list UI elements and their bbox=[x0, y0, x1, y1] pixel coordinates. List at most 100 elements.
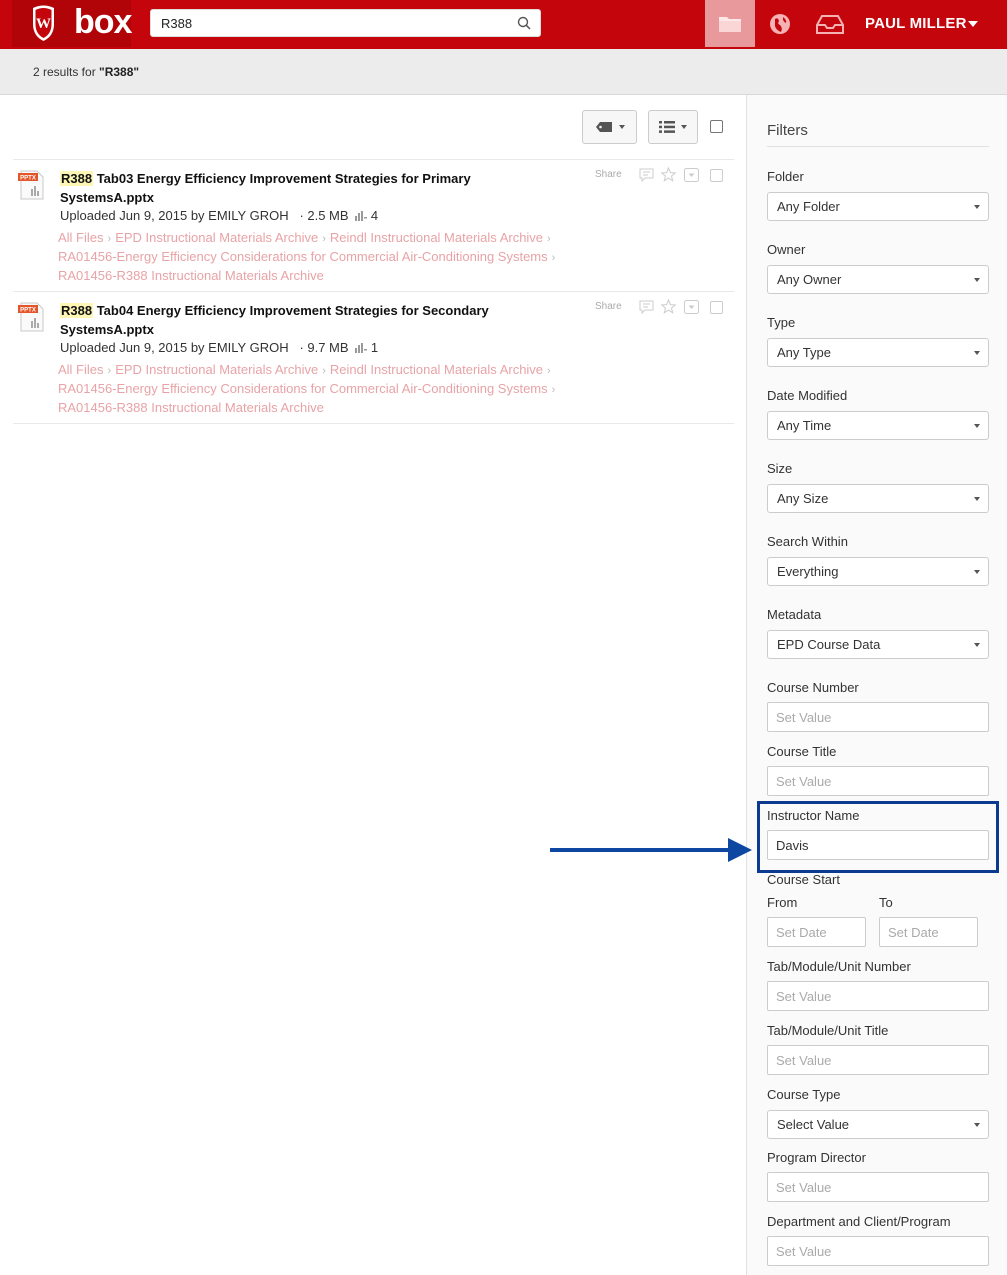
search-box[interactable] bbox=[150, 9, 541, 37]
course-start-label: Course Start bbox=[767, 872, 840, 887]
type-label: Type bbox=[767, 315, 796, 330]
updates-button[interactable] bbox=[805, 0, 855, 47]
type-select[interactable]: Any Type bbox=[767, 338, 989, 367]
breadcrumb-link[interactable]: All Files bbox=[58, 362, 104, 377]
to-label: To bbox=[879, 895, 893, 910]
arrow-head-icon bbox=[728, 838, 752, 862]
file-name-text: Tab03 Energy Efficiency Improvement Stra… bbox=[60, 171, 471, 205]
from-label: From bbox=[767, 895, 798, 910]
share-button[interactable]: Share bbox=[595, 169, 622, 180]
user-menu-button[interactable]: PAUL MILLER bbox=[865, 15, 967, 32]
folder-icon bbox=[719, 16, 741, 32]
file-name-link[interactable]: R388 Tab03 Energy Efficiency Improvement… bbox=[60, 169, 520, 207]
date-modified-label: Date Modified bbox=[767, 388, 848, 403]
globe-icon bbox=[770, 13, 790, 34]
course-start-to-input[interactable] bbox=[879, 917, 978, 947]
row-checkbox[interactable] bbox=[710, 301, 723, 314]
svg-text:PPTX: PPTX bbox=[20, 308, 36, 314]
search-within-label: Search Within bbox=[767, 534, 848, 549]
view-count: 1 bbox=[370, 340, 379, 355]
pptx-file-icon: PPTX bbox=[18, 302, 44, 332]
comment-icon[interactable] bbox=[639, 168, 654, 182]
results-summary-bar: 2 results for "R388" bbox=[0, 49, 1007, 95]
instructor-name-highlight-box bbox=[757, 801, 999, 873]
top-header: W box PAUL MILLER bbox=[0, 0, 1007, 49]
course-type-select[interactable]: Select Value bbox=[767, 1110, 989, 1139]
program-director-input[interactable] bbox=[767, 1172, 989, 1202]
search-icon[interactable] bbox=[517, 16, 531, 30]
tab-number-label: Tab/Module/Unit Number bbox=[767, 959, 911, 974]
views-icon bbox=[355, 343, 368, 353]
file-meta: Uploaded Jun 9, 2015 by EMILY GROH · 9.7… bbox=[60, 340, 378, 355]
chevron-down-icon bbox=[974, 205, 980, 209]
network-button[interactable] bbox=[755, 0, 805, 47]
more-options-icon[interactable] bbox=[684, 168, 699, 182]
results-prefix: 2 results for bbox=[33, 65, 100, 79]
course-title-label: Course Title bbox=[767, 744, 837, 759]
course-start-from-input[interactable] bbox=[767, 917, 866, 947]
breadcrumb-link[interactable]: RA01456-R388 Instructional Materials Arc… bbox=[58, 268, 324, 283]
tab-title-input[interactable] bbox=[767, 1045, 989, 1075]
file-size: · 2.5 MB bbox=[299, 208, 349, 223]
select-all-checkbox[interactable] bbox=[710, 120, 723, 133]
chevron-down-icon bbox=[974, 1123, 980, 1127]
date-modified-select[interactable]: Any Time bbox=[767, 411, 989, 440]
list-view-button[interactable] bbox=[648, 110, 698, 144]
metadata-template-select[interactable]: EPD Course Data bbox=[767, 630, 989, 659]
comment-icon[interactable] bbox=[639, 300, 654, 314]
views-icon bbox=[355, 211, 368, 221]
row-checkbox[interactable] bbox=[710, 169, 723, 182]
star-icon[interactable] bbox=[661, 299, 676, 314]
tag-filter-button[interactable] bbox=[582, 110, 637, 144]
inbox-icon bbox=[816, 14, 844, 34]
share-button[interactable]: Share bbox=[595, 301, 622, 312]
department-input[interactable] bbox=[767, 1236, 989, 1266]
more-options-icon[interactable] bbox=[684, 300, 699, 314]
search-input[interactable] bbox=[151, 10, 491, 36]
tab-title-label: Tab/Module/Unit Title bbox=[767, 1023, 889, 1038]
size-select[interactable]: Any Size bbox=[767, 484, 989, 513]
folder-label: Folder bbox=[767, 169, 804, 184]
breadcrumb-link[interactable]: EPD Instructional Materials Archive bbox=[115, 362, 318, 377]
divider bbox=[767, 146, 989, 147]
folder-select[interactable]: Any Folder bbox=[767, 192, 989, 221]
svg-text:PPTX: PPTX bbox=[20, 176, 36, 182]
search-within-select[interactable]: Everything bbox=[767, 557, 989, 586]
breadcrumb-link[interactable]: All Files bbox=[58, 230, 104, 245]
pptx-file-icon: PPTX bbox=[18, 170, 44, 200]
list-item[interactable]: PPTX R388 Tab03 Energy Efficiency Improv… bbox=[13, 159, 734, 292]
breadcrumb-link[interactable]: Reindl Instructional Materials Archive bbox=[330, 230, 543, 245]
annotation-arrow-icon bbox=[550, 848, 730, 852]
breadcrumb-link[interactable]: EPD Instructional Materials Archive bbox=[115, 230, 318, 245]
chevron-down-icon bbox=[681, 125, 687, 129]
breadcrumb-link[interactable]: RA01456-Energy Efficiency Considerations… bbox=[58, 381, 548, 396]
chevron-down-icon bbox=[974, 643, 980, 647]
course-type-label: Course Type bbox=[767, 1087, 841, 1102]
chevron-down-icon bbox=[974, 278, 980, 282]
box-wordmark: box bbox=[74, 3, 132, 41]
chevron-down-icon bbox=[974, 351, 980, 355]
svg-text:W: W bbox=[36, 16, 51, 32]
list-item[interactable]: PPTX R388 Tab04 Energy Efficiency Improv… bbox=[13, 291, 734, 424]
tab-number-input[interactable] bbox=[767, 981, 989, 1011]
breadcrumb-link[interactable]: Reindl Instructional Materials Archive bbox=[330, 362, 543, 377]
breadcrumb: All Files › EPD Instructional Materials Ar… bbox=[58, 230, 556, 283]
results-count: 2 results for "R388" bbox=[33, 65, 139, 79]
metadata-label: Metadata bbox=[767, 607, 822, 622]
owner-select[interactable]: Any Owner bbox=[767, 265, 989, 294]
course-number-label: Course Number bbox=[767, 680, 859, 695]
course-title-input[interactable] bbox=[767, 766, 989, 796]
box-logo[interactable]: W box bbox=[12, 0, 132, 47]
breadcrumb-link[interactable]: RA01456-R388 Instructional Materials Arc… bbox=[58, 400, 324, 415]
upload-info: Uploaded Jun 9, 2015 by EMILY GROH bbox=[60, 340, 289, 355]
chevron-down-icon bbox=[974, 424, 980, 428]
chevron-down-icon[interactable] bbox=[968, 21, 978, 27]
star-icon[interactable] bbox=[661, 167, 676, 182]
filters-title: Filters bbox=[767, 122, 808, 139]
file-meta: Uploaded Jun 9, 2015 by EMILY GROH · 2.5… bbox=[60, 208, 378, 223]
view-count: 4 bbox=[370, 208, 379, 223]
all-files-button[interactable] bbox=[705, 0, 755, 47]
file-name-link[interactable]: R388 Tab04 Energy Efficiency Improvement… bbox=[60, 301, 520, 339]
course-number-input[interactable] bbox=[767, 702, 989, 732]
breadcrumb-link[interactable]: RA01456-Energy Efficiency Considerations… bbox=[58, 249, 548, 264]
